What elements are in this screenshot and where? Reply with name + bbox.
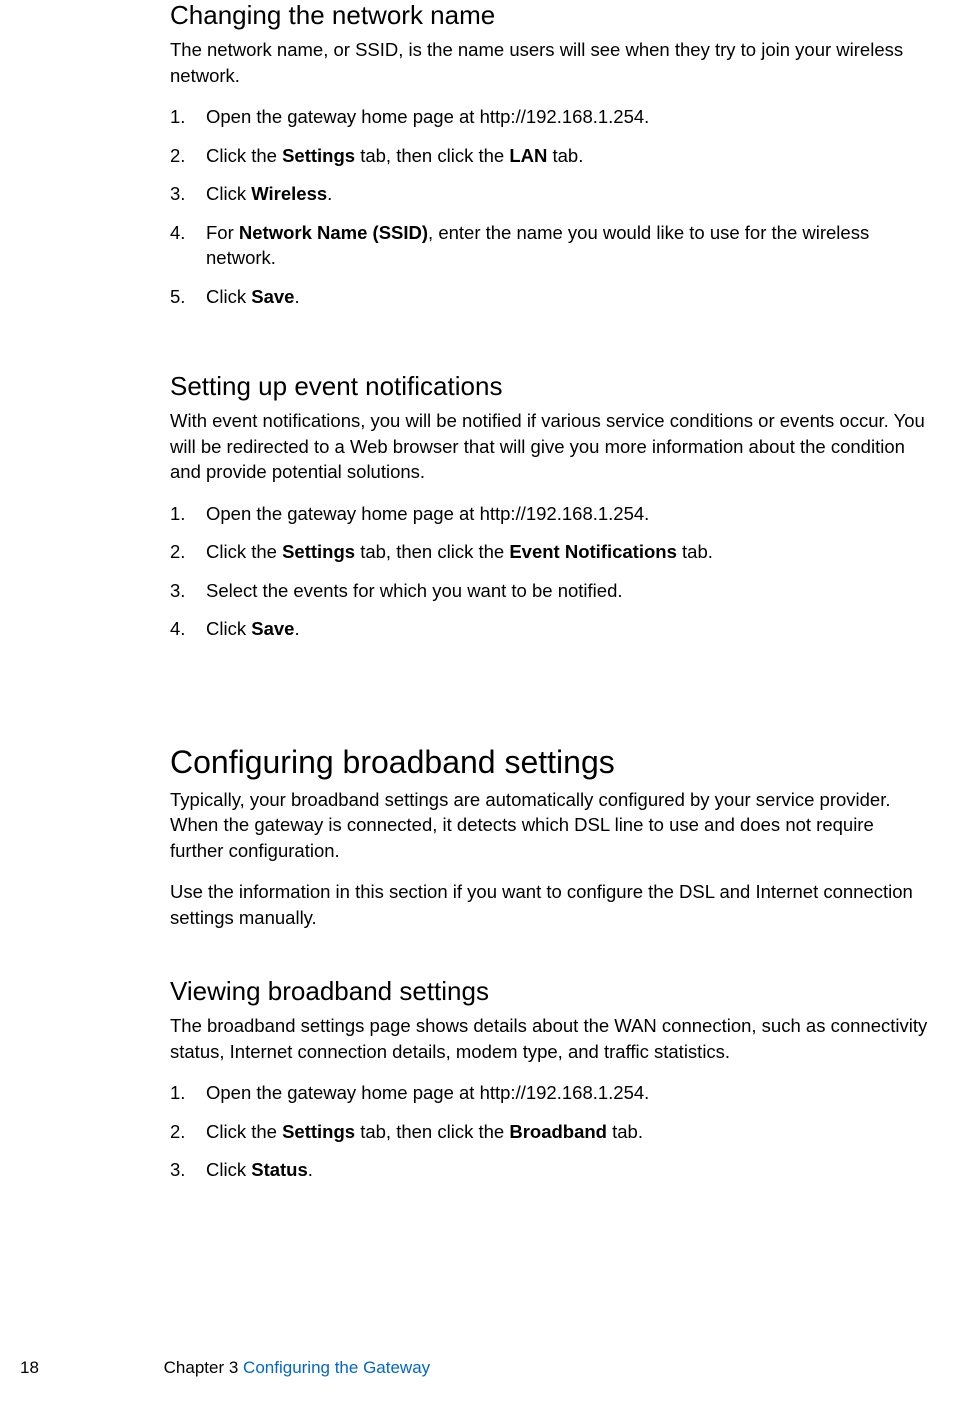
intro-text: Typically, your broadband settings are a… — [170, 787, 930, 864]
step-item: Click Save. — [170, 616, 930, 642]
intro-text: Use the information in this section if y… — [170, 879, 930, 930]
page-content: Changing the network name The network na… — [170, 0, 930, 1215]
step-item: Click the Settings tab, then click the B… — [170, 1119, 930, 1145]
step-item: For Network Name (SSID), enter the name … — [170, 220, 930, 271]
footer-chapter: Chapter 3 — [164, 1358, 243, 1377]
steps-list: Open the gateway home page at http://192… — [170, 1080, 930, 1183]
intro-text: The network name, or SSID, is the name u… — [170, 37, 930, 88]
heading-change-network-name: Changing the network name — [170, 0, 930, 31]
page-number: 18 — [20, 1358, 39, 1377]
intro-text: With event notifications, you will be no… — [170, 408, 930, 485]
step-item: Select the events for which you want to … — [170, 578, 930, 604]
step-item: Click Wireless. — [170, 181, 930, 207]
steps-list: Open the gateway home page at http://192… — [170, 501, 930, 642]
step-item: Click the Settings tab, then click the E… — [170, 539, 930, 565]
page-footer: 18 Chapter 3 Configuring the Gateway — [20, 1358, 430, 1378]
step-item: Open the gateway home page at http://192… — [170, 501, 930, 527]
heading-configuring-broadband: Configuring broadband settings — [170, 744, 930, 781]
heading-event-notifications: Setting up event notifications — [170, 371, 930, 402]
step-item: Click Save. — [170, 284, 930, 310]
step-item: Open the gateway home page at http://192… — [170, 104, 930, 130]
intro-text: The broadband settings page shows detail… — [170, 1013, 930, 1064]
footer-title: Configuring the Gateway — [243, 1358, 430, 1377]
step-item: Click the Settings tab, then click the L… — [170, 143, 930, 169]
steps-list: Open the gateway home page at http://192… — [170, 104, 930, 309]
step-item: Click Status. — [170, 1157, 930, 1183]
heading-viewing-broadband: Viewing broadband settings — [170, 976, 930, 1007]
step-item: Open the gateway home page at http://192… — [170, 1080, 930, 1106]
